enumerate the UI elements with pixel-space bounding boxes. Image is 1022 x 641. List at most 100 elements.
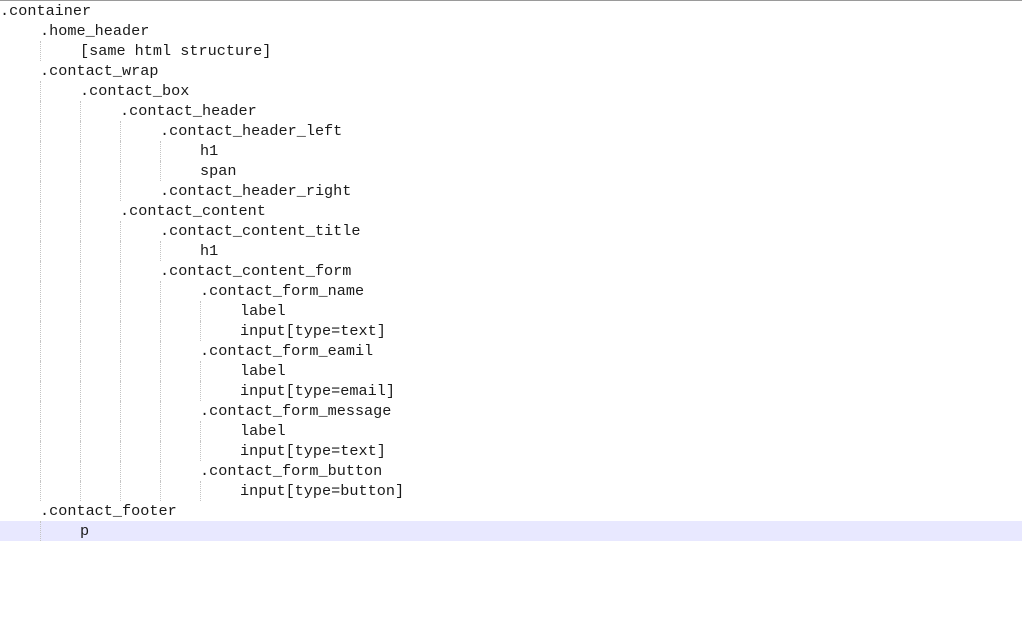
code-line-text: .contact_content_form — [160, 262, 352, 280]
indent-guide — [40, 141, 41, 161]
indent-guide — [120, 241, 121, 261]
indent-guide — [40, 201, 41, 221]
indent-guide — [40, 301, 41, 321]
code-line[interactable]: .contact_footer — [0, 501, 1022, 521]
code-line-text: input[type=text] — [240, 322, 386, 340]
code-line[interactable]: label — [0, 421, 1022, 441]
indent-guide — [120, 321, 121, 341]
indent-guide — [40, 81, 41, 101]
indent-guide — [40, 121, 41, 141]
code-line[interactable]: .contact_form_eamil — [0, 341, 1022, 361]
code-line-text: p — [80, 522, 90, 540]
indent-guide — [160, 381, 161, 401]
indent-guide — [40, 461, 41, 481]
indent-guide — [80, 461, 81, 481]
code-line-text: h1 — [200, 242, 219, 260]
code-line-text: label — [240, 302, 286, 320]
indent-guide — [80, 481, 81, 501]
code-line[interactable]: .home_header — [0, 21, 1022, 41]
code-line-text: .contact_form_message — [200, 402, 392, 420]
code-line-text: .contact_content — [120, 202, 266, 220]
indent-guide — [80, 281, 81, 301]
indent-guide — [40, 361, 41, 381]
indent-guide — [160, 481, 161, 501]
indent-guide — [160, 361, 161, 381]
code-line-text: label — [240, 362, 286, 380]
indent-guide — [160, 241, 161, 261]
code-line[interactable]: .contact_form_button — [0, 461, 1022, 481]
indent-guide — [120, 481, 121, 501]
indent-guide — [40, 421, 41, 441]
code-line[interactable]: span — [0, 161, 1022, 181]
code-line[interactable]: .contact_header — [0, 101, 1022, 121]
indent-guide — [40, 441, 41, 461]
code-line-text: .contact_header_right — [160, 182, 352, 200]
indent-guide — [120, 401, 121, 421]
code-line-text: .contact_header_left — [160, 122, 343, 140]
indent-guide — [120, 421, 121, 441]
code-editor[interactable]: .container .home_header [same html struc… — [0, 0, 1022, 541]
code-line-text: h1 — [200, 142, 219, 160]
indent-guide — [120, 281, 121, 301]
indent-guide — [40, 101, 41, 121]
code-line[interactable]: label — [0, 301, 1022, 321]
code-line[interactable]: .contact_header_left — [0, 121, 1022, 141]
code-line[interactable]: .contact_content_title — [0, 221, 1022, 241]
code-line-text: .home_header — [40, 22, 150, 40]
indent-guide — [80, 101, 81, 121]
indent-guide — [160, 461, 161, 481]
indent-guide — [200, 361, 201, 381]
code-line-text: .contact_form_name — [200, 282, 365, 300]
code-line[interactable]: .contact_wrap — [0, 61, 1022, 81]
indent-guide — [200, 441, 201, 461]
code-line-current[interactable]: p — [0, 521, 1022, 541]
code-line[interactable]: input[type=button] — [0, 481, 1022, 501]
indent-guide — [160, 301, 161, 321]
code-line-text: input[type=button] — [240, 482, 405, 500]
code-line[interactable]: h1 — [0, 141, 1022, 161]
code-line[interactable]: .contact_box — [0, 81, 1022, 101]
indent-guide — [160, 141, 161, 161]
indent-guide — [80, 121, 81, 141]
indent-guide — [120, 181, 121, 201]
indent-guide — [160, 421, 161, 441]
indent-guide — [80, 381, 81, 401]
code-line-text: .contact_form_eamil — [200, 342, 374, 360]
code-line[interactable]: .contact_form_message — [0, 401, 1022, 421]
indent-guide — [160, 281, 161, 301]
indent-guide — [120, 361, 121, 381]
code-line[interactable]: .contact_content — [0, 201, 1022, 221]
indent-guide — [80, 421, 81, 441]
indent-guide — [160, 401, 161, 421]
code-line-text: .contact_header — [120, 102, 257, 120]
code-line[interactable]: .container — [0, 1, 1022, 21]
indent-guide — [80, 341, 81, 361]
code-line[interactable]: h1 — [0, 241, 1022, 261]
indent-guide — [120, 121, 121, 141]
indent-guide — [200, 321, 201, 341]
indent-guide — [120, 221, 121, 241]
code-line[interactable]: input[type=text] — [0, 441, 1022, 461]
indent-guide — [80, 401, 81, 421]
code-line[interactable]: label — [0, 361, 1022, 381]
code-line[interactable]: .contact_content_form — [0, 261, 1022, 281]
indent-guide — [80, 261, 81, 281]
code-line[interactable]: input[type=text] — [0, 321, 1022, 341]
code-line[interactable]: [same html structure] — [0, 41, 1022, 61]
indent-guide — [40, 401, 41, 421]
indent-guide — [40, 261, 41, 281]
code-line-text: [same html structure] — [80, 42, 272, 60]
code-line[interactable]: .contact_form_name — [0, 281, 1022, 301]
indent-guide — [40, 281, 41, 301]
indent-guide — [120, 461, 121, 481]
indent-guide — [40, 41, 41, 61]
indent-guide — [200, 301, 201, 321]
indent-guide — [120, 381, 121, 401]
indent-guide — [80, 141, 81, 161]
indent-guide — [120, 341, 121, 361]
indent-guide — [120, 141, 121, 161]
code-line-text: .contact_footer — [40, 502, 177, 520]
code-line[interactable]: .contact_header_right — [0, 181, 1022, 201]
code-line[interactable]: input[type=email] — [0, 381, 1022, 401]
indent-guide — [40, 181, 41, 201]
